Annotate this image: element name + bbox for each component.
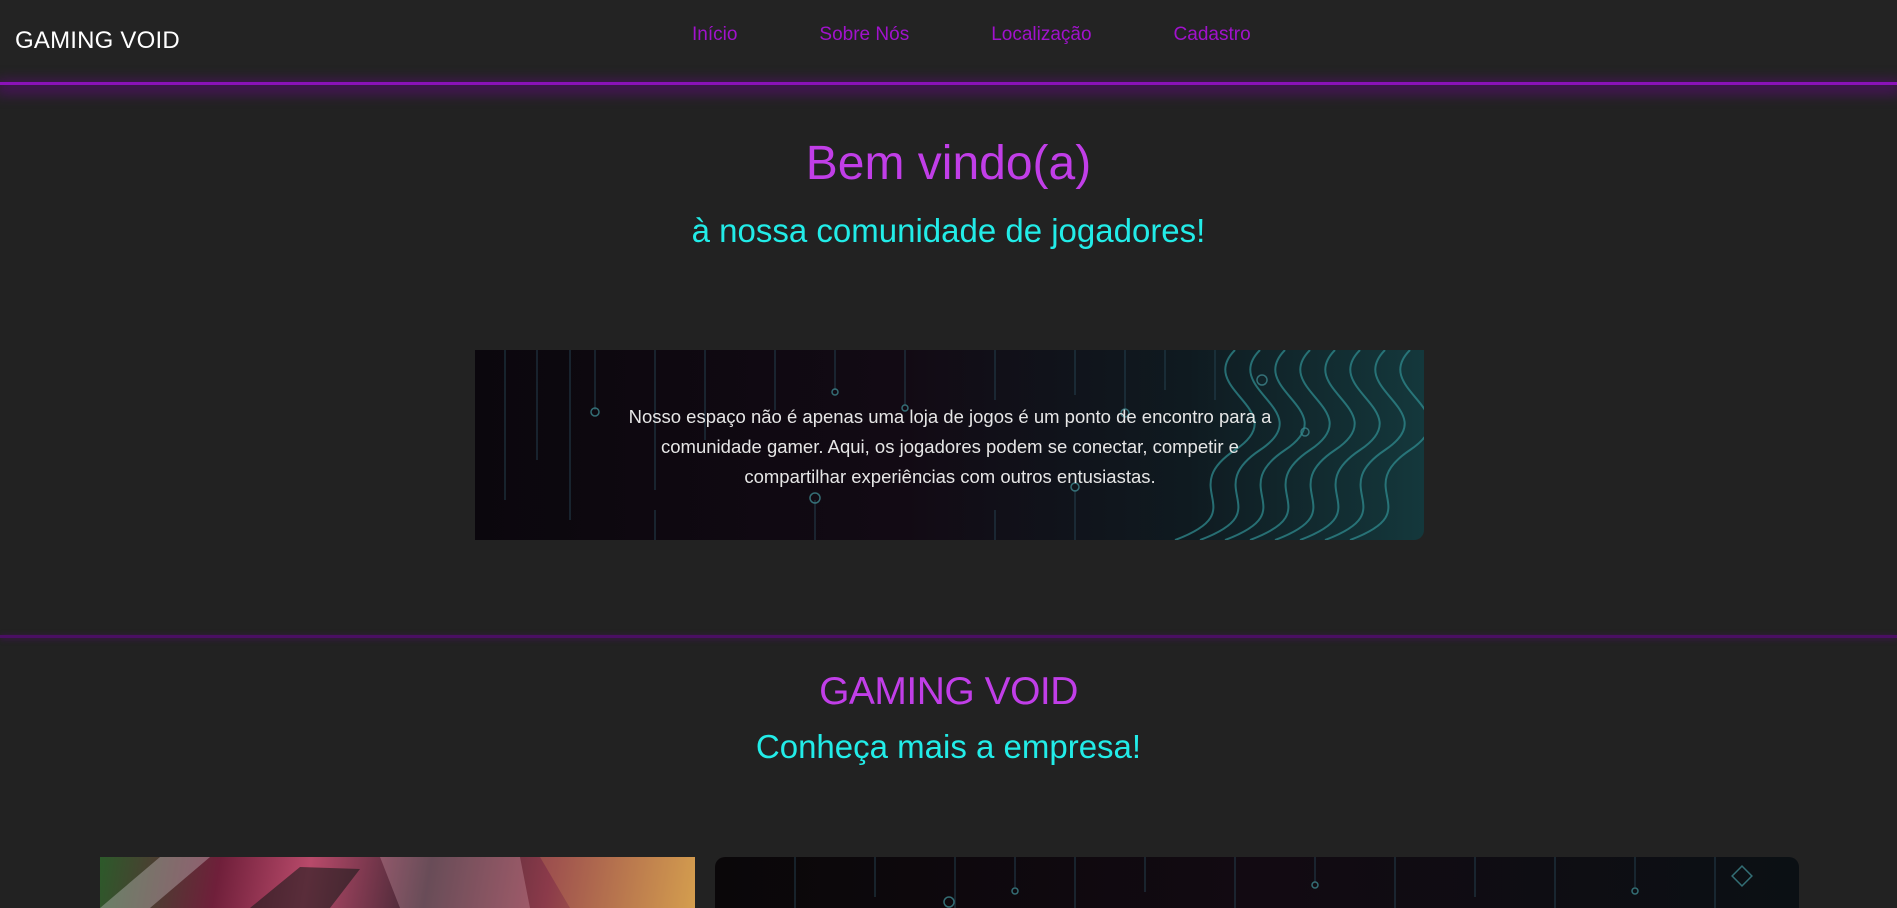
hero-subtitle: à nossa comunidade de jogadores! <box>691 212 1206 249</box>
about-subtitle: Conheça mais a empresa! <box>755 728 1142 765</box>
page: GAMING VOID Início Sobre Nós Localização… <box>0 0 1897 908</box>
main-nav: Início Sobre Nós Localização Cadastro <box>692 24 1251 46</box>
circuit-background <box>794 857 1753 908</box>
photo-detail <box>100 857 695 908</box>
intro-banner: Nosso espaço não é apenas uma loja de jo… <box>475 350 1424 540</box>
store-photo <box>100 857 695 908</box>
section-divider <box>0 635 1897 638</box>
nav-link-localizacao[interactable]: Localização <box>991 24 1091 46</box>
intro-text: Nosso espaço não é apenas uma loja de jo… <box>628 406 1272 487</box>
nav-link-cadastro[interactable]: Cadastro <box>1174 24 1251 46</box>
site-header: GAMING VOID Início Sobre Nós Localização… <box>0 0 1897 85</box>
about-title: GAMING VOID <box>819 670 1078 713</box>
company-panel <box>715 857 1799 908</box>
nav-link-inicio[interactable]: Início <box>692 24 737 46</box>
brand-logo[interactable]: GAMING VOID <box>15 27 180 55</box>
hero-title: Bem vindo(a) <box>805 137 1092 190</box>
nav-link-sobre-nos[interactable]: Sobre Nós <box>819 24 909 46</box>
